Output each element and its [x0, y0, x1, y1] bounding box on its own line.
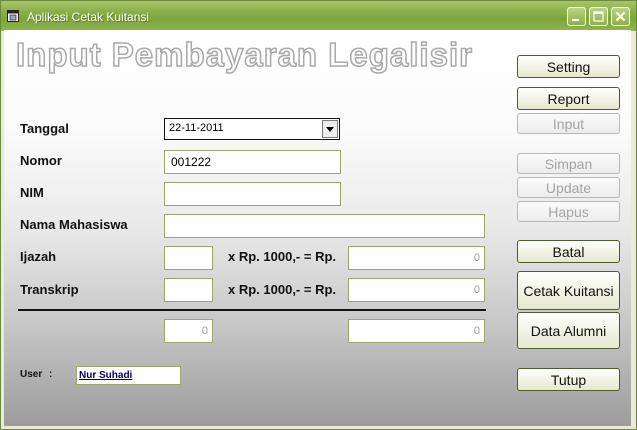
tanggal-value: 22-11-2011	[169, 122, 224, 134]
user-field: Nur Suhadi	[76, 366, 181, 385]
nomor-input[interactable]: 001222	[164, 150, 341, 174]
transkrip-total-field: 0	[348, 278, 485, 302]
ijazah-qty-input[interactable]	[164, 246, 213, 270]
page-title: Input Pembayaran Legalisir	[15, 35, 473, 74]
transkrip-rate-text: x Rp. 1000,- = Rp.	[228, 282, 337, 297]
divider	[18, 309, 486, 311]
chevron-down-icon	[326, 127, 334, 132]
batal-button[interactable]: Batal	[517, 240, 620, 263]
dropdown-button[interactable]	[322, 120, 338, 138]
nim-input[interactable]	[164, 182, 341, 206]
maximize-icon	[593, 11, 604, 22]
title-bar[interactable]: Aplikasi Cetak Kuitansi	[1, 1, 636, 31]
nama-mahasiswa-input[interactable]	[164, 214, 485, 238]
sum-qty-field: 0	[164, 319, 213, 343]
cetak-kuitansi-button[interactable]: Cetak Kuitansi	[517, 271, 620, 310]
update-button[interactable]: Update	[517, 177, 620, 198]
nama-mahasiswa-label: Nama Mahasiswa	[20, 217, 128, 232]
window-title: Aplikasi Cetak Kuitansi	[27, 10, 150, 24]
report-button[interactable]: Report	[517, 87, 620, 110]
close-icon	[615, 11, 626, 22]
user-label: User	[20, 369, 43, 380]
ijazah-total-field: 0	[348, 246, 485, 270]
nomor-label: Nomor	[20, 153, 62, 168]
tanggal-dropdown[interactable]: 22-11-2011	[164, 118, 340, 140]
tutup-button[interactable]: Tutup	[517, 368, 620, 391]
user-colon: :	[49, 369, 53, 380]
nim-label: NIM	[20, 185, 44, 200]
setting-button[interactable]: Setting	[517, 55, 620, 78]
tanggal-label: Tanggal	[20, 121, 69, 136]
hapus-button[interactable]: Hapus	[517, 201, 620, 222]
minimize-icon	[572, 19, 579, 21]
maximize-button[interactable]	[589, 7, 608, 26]
ijazah-label: Ijazah	[20, 249, 57, 264]
ijazah-rate-text: x Rp. 1000,- = Rp.	[228, 249, 337, 264]
close-button[interactable]	[611, 7, 630, 26]
sum-total-field: 0	[348, 319, 485, 343]
transkrip-label: Transkrip	[20, 282, 79, 297]
data-alumni-button[interactable]: Data Alumni	[517, 312, 620, 349]
input-button[interactable]: Input	[517, 113, 620, 134]
minimize-button[interactable]	[567, 7, 586, 26]
simpan-button[interactable]: Simpan	[517, 153, 620, 174]
app-window-icon	[7, 9, 19, 22]
transkrip-qty-input[interactable]	[164, 278, 213, 302]
user-value: Nur Suhadi	[79, 370, 133, 381]
